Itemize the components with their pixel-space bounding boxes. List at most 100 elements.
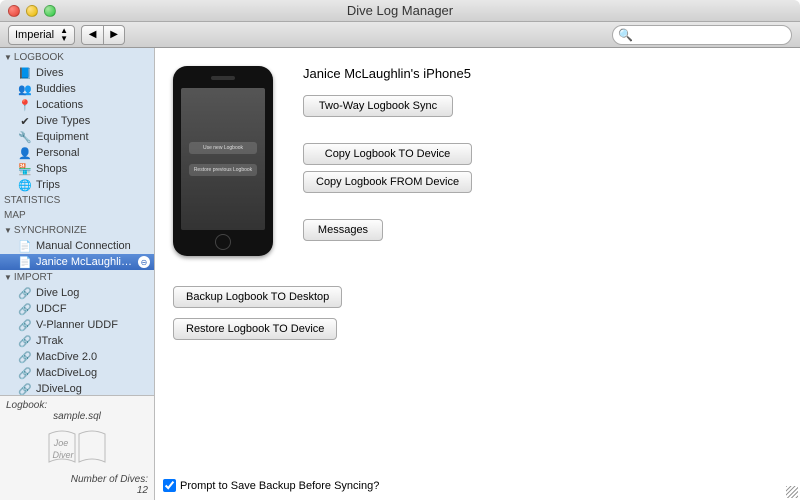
sidebar-item-label: Shops [36,163,150,175]
sidebar-tree: ▼LOGBOOK 📘 Dives 👥Buddies 📍 Locations ✔ Dive Ty… [0,48,154,395]
copy-to-device-button[interactable]: Copy Logbook TO Device [303,143,472,165]
sidebar-item-icon: 🌐 [18,179,32,192]
device-preview: Use new Logbook Restore previous Logbook [173,66,273,256]
sidebar-item[interactable]: 📄Janice McLaughlin's iPhone5⊖ [0,254,154,270]
sidebar-item-icon: 🔗 [18,303,32,316]
sidebar-group-label: IMPORT [14,272,53,283]
prompt-backup-checkbox[interactable]: Prompt to Save Backup Before Syncing? [163,479,379,492]
disclosure-icon: ▼ [4,226,12,235]
sidebar-item-label: Personal [36,147,150,159]
dropdown-arrows-icon: ▲▼ [60,27,68,43]
sidebar-item[interactable]: 🏪Shops [0,161,154,177]
prompt-backup-label: Prompt to Save Backup Before Syncing? [180,480,379,492]
search-input[interactable] [612,25,792,45]
sidebar-item[interactable]: 🔧Equipment [0,129,154,145]
logbook-icon: Joe Diver [47,428,107,468]
sidebar-item-label: JDiveLog [36,383,150,395]
sidebar-item[interactable]: 👥Buddies [0,81,154,97]
sidebar-item-label: Janice McLaughlin's iPhone5 [36,256,134,268]
sidebar-item[interactable]: 🔗 Dive Log [0,285,154,301]
sidebar-item-icon: 👥 [18,83,32,96]
sidebar-item-label: JTrak [36,335,150,347]
sidebar-item-icon: 📘 [18,67,32,80]
content-area: Use new Logbook Restore previous Logbook… [155,48,800,500]
units-value: Imperial [15,29,54,41]
minimize-icon[interactable] [26,5,38,17]
disclosure-icon: ▼ [4,273,12,282]
sidebar-group[interactable]: MAP [0,208,154,223]
sidebar-footer: Logbook: sample.sql Joe Diver Number of … [0,395,154,500]
nav-forward-button[interactable]: ▶ [103,25,125,45]
zoom-icon[interactable] [44,5,56,17]
units-dropdown[interactable]: Imperial ▲▼ [8,25,75,45]
sidebar-item[interactable]: 🔗MacDiveLog [0,365,154,381]
device-actions: Janice McLaughlin's iPhone5 Two-Way Logb… [303,66,472,256]
phone-screen-btn2: Restore previous Logbook [189,164,257,176]
search-field: 🔍 [612,25,792,45]
restore-to-device-button[interactable]: Restore Logbook TO Device [173,318,337,340]
svg-text:Diver: Diver [52,450,74,460]
sidebar-item-label: Dives [36,67,150,79]
sidebar-group[interactable]: ▼IMPORT [0,270,154,285]
logbook-name: sample.sql [53,411,101,422]
close-icon[interactable] [8,5,20,17]
resize-handle-icon[interactable] [786,486,798,498]
window-controls [8,5,56,17]
prompt-backup-input[interactable] [163,479,176,492]
sidebar-item-icon: 🔗 [18,319,32,332]
sidebar-item[interactable]: 🔗 JTrak [0,333,154,349]
sidebar-item[interactable]: ✔ Dive Types [0,113,154,129]
titlebar: Dive Log Manager [0,0,800,22]
phone-screen: Use new Logbook Restore previous Logbook [181,88,265,230]
phone-screen-btn1: Use new Logbook [189,142,257,154]
dives-label: Number of Dives: [71,474,148,485]
sidebar-item-icon: ✔ [18,115,32,128]
sidebar-item-icon: 📍 [18,99,32,112]
eject-icon[interactable]: ⊖ [138,256,150,268]
sidebar-item-icon: 🔗 [18,383,32,396]
sidebar-item-label: MacDiveLog [36,367,150,379]
sidebar-item-label: UDCF [36,303,150,315]
two-way-sync-button[interactable]: Two-Way Logbook Sync [303,95,453,117]
search-icon: 🔍 [618,28,633,42]
sidebar-item[interactable]: 📘 Dives [0,65,154,81]
sidebar-item[interactable]: 📄 Manual Connection [0,238,154,254]
sidebar-item-label: MacDive 2.0 [36,351,150,363]
nav-back-button[interactable]: ◀ [81,25,103,45]
sidebar-item-icon: 🔧 [18,131,32,144]
backup-to-desktop-button[interactable]: Backup Logbook TO Desktop [173,286,342,308]
sidebar: ▼LOGBOOK 📘 Dives 👥Buddies 📍 Locations ✔ Dive Ty… [0,48,155,500]
sidebar-item-label: Locations [36,99,150,111]
sidebar-item-icon: 🔗 [18,335,32,348]
logbook-label: Logbook: [6,400,47,411]
svg-text:Joe: Joe [53,438,69,448]
sidebar-item[interactable]: 🔗MacDive 2.0 [0,349,154,365]
sidebar-group-label: MAP [4,210,26,221]
sidebar-item-label: Dive Log [36,287,150,299]
messages-button[interactable]: Messages [303,219,383,241]
sidebar-item[interactable]: 📍 Locations [0,97,154,113]
nav-buttons: ◀ ▶ [81,25,125,45]
toolbar: Imperial ▲▼ ◀ ▶ 🔍 [0,22,800,48]
sidebar-group[interactable]: ▼SYNCHRONIZE [0,223,154,238]
phone-home-icon [215,234,231,250]
sidebar-group-label: STATISTICS [4,195,60,206]
sidebar-item-icon: 📄 [18,240,32,253]
window-title: Dive Log Manager [0,3,800,18]
sidebar-item-label: Dive Types [36,115,150,127]
sidebar-group[interactable]: STATISTICS [0,193,154,208]
sidebar-item-icon: 🔗 [18,287,32,300]
disclosure-icon: ▼ [4,53,12,62]
sidebar-item[interactable]: 🔗V-Planner UDDF [0,317,154,333]
sidebar-item[interactable]: 🌐 Trips [0,177,154,193]
sidebar-item-label: Manual Connection [36,240,150,252]
sidebar-item[interactable]: 👤Personal [0,145,154,161]
sidebar-item[interactable]: 🔗 JDiveLog [0,381,154,395]
sidebar-group-label: SYNCHRONIZE [14,225,87,236]
device-title: Janice McLaughlin's iPhone5 [303,66,472,81]
copy-from-device-button[interactable]: Copy Logbook FROM Device [303,171,472,193]
sidebar-group[interactable]: ▼LOGBOOK [0,50,154,65]
sidebar-item-label: Trips [36,179,150,191]
sidebar-item[interactable]: 🔗 UDCF [0,301,154,317]
phone-speaker-icon [211,76,235,80]
